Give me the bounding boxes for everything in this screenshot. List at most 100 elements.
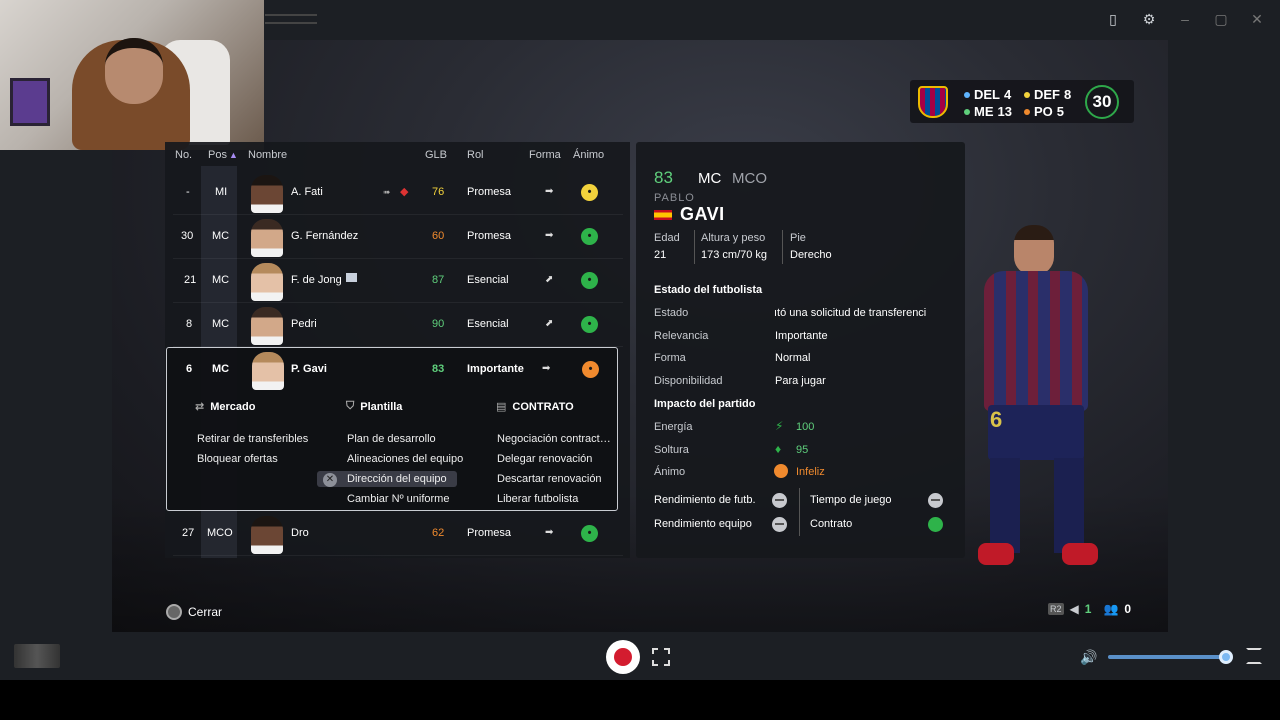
player-controls-bar: 🔊 (0, 632, 1280, 680)
header-form[interactable]: Forma (529, 149, 561, 161)
player-rating: 83 (654, 168, 673, 187)
volume-icon[interactable]: 🔊 (1080, 649, 1097, 666)
circle-button-icon (166, 604, 182, 620)
squad-def: DEF 8 (1024, 87, 1071, 102)
squad-po: PO 5 (1024, 104, 1064, 119)
squad-me-label: ME (974, 104, 994, 119)
disponibilidad-label: Disponibilidad (654, 375, 723, 387)
sidebar-toggle-icon[interactable]: ▯ (1102, 8, 1124, 30)
row-role: Promesa (467, 230, 512, 242)
player-first-name: PABLO (654, 192, 695, 204)
minimize-icon[interactable]: – (1174, 8, 1196, 30)
close-prompt[interactable]: Cerrar (166, 604, 222, 620)
row-no: 8 (186, 318, 193, 330)
record-button[interactable] (606, 640, 640, 674)
player-face (252, 352, 284, 390)
squad-summary: DEL 4 DEF 8 ME 13 PO 5 30 (910, 80, 1134, 123)
animo-value: Infeliz (796, 466, 825, 478)
me-dot-icon (964, 108, 970, 115)
soltura-label: Soltura (654, 444, 689, 456)
squad-total: 30 (1085, 85, 1119, 119)
menu-retirar-transferibles[interactable]: Retirar de transferibles (197, 433, 308, 445)
gear-icon[interactable]: ⚙ (1138, 8, 1160, 30)
squad-me: ME 13 (964, 104, 1012, 119)
row-name: A. Fati (291, 186, 323, 198)
fullscreen-icon[interactable] (1246, 648, 1262, 664)
row-pos: MC (212, 318, 230, 330)
lightning-icon: ⚡ (775, 419, 784, 433)
player-list: No. Pos ▲ Nombre GLB Rol Forma Ánimo - M… (165, 142, 630, 558)
expanded-player-menu: 6 MC P. Gavi 83 Importante ➡ • ⇄ Mercado… (166, 347, 618, 511)
menu-delegar-renovacion[interactable]: Delegar renovación (497, 453, 592, 465)
foot-label: Pie (790, 232, 806, 244)
table-row[interactable]: - MI A. Fati ➠ ◆ 76 Promesa ➡ • (173, 171, 623, 215)
form-arrow-icon: ⬈ (545, 274, 554, 285)
volume-slider[interactable] (1108, 655, 1226, 659)
header-glb[interactable]: GLB (425, 149, 447, 161)
menu-descartar-renovacion[interactable]: Descartar renovación (497, 473, 602, 485)
player-face (251, 307, 283, 345)
age-label: Edad (654, 232, 680, 244)
volume-slider-handle[interactable] (1219, 650, 1233, 664)
maximize-icon[interactable]: ▢ (1210, 8, 1232, 30)
height-weight-value: 173 cm/70 kg (701, 249, 768, 261)
row-no: 30 (181, 230, 194, 242)
player-shorts-shape (988, 405, 1084, 460)
table-row[interactable]: 21 MC F. de Jong 87 Esencial ⬈ • (173, 259, 623, 303)
cross-button-icon: ✕ (323, 473, 337, 487)
table-row[interactable]: 30 MC G. Fernández 60 Promesa ➡ • (173, 215, 623, 259)
drag-handle[interactable] (265, 14, 317, 24)
row-name: Pedri (291, 318, 317, 330)
close-icon[interactable]: ✕ (1246, 8, 1268, 30)
row-role: Esencial (467, 318, 509, 330)
player-boot-shape (978, 543, 1014, 565)
table-row[interactable]: 27 MCO Dro 62 Promesa ➡ • (173, 512, 623, 556)
del-dot-icon (964, 91, 970, 98)
player-leg-shape (1054, 458, 1084, 553)
row-pos: MC (212, 230, 230, 242)
player-model: 6 (966, 225, 1106, 580)
table-row-selected[interactable]: 6 MC P. Gavi 83 Importante ➡ • (174, 348, 624, 392)
form-arrow-icon: ➡ (545, 527, 554, 538)
header-mood[interactable]: Ánimo (573, 149, 604, 161)
player-head-shape (1014, 225, 1054, 275)
relevancia-value: Importante (775, 330, 828, 342)
header-name[interactable]: Nombre (248, 149, 287, 161)
document-icon: ▤ (496, 401, 507, 413)
header-no[interactable]: No. (175, 149, 192, 161)
sort-arrow-icon: ▲ (229, 150, 238, 160)
loan-arrow-icon: ➠ (383, 187, 391, 197)
squad-del: DEL 4 (964, 87, 1011, 102)
row-role: Promesa (467, 186, 512, 198)
header-pos[interactable]: Pos (208, 149, 227, 161)
menu-bloquear-ofertas[interactable]: Bloquear ofertas (197, 453, 278, 465)
thumbnail-preview[interactable] (14, 644, 60, 668)
player-face (251, 175, 283, 213)
menu-direccion-equipo[interactable]: ✕ Dirección del equipo (317, 471, 457, 487)
menu-alineaciones[interactable]: Alineaciones del equipo (347, 453, 463, 465)
menu-liberar-futbolista[interactable]: Liberar futbolista (497, 493, 578, 505)
menu-cambiar-uniforme[interactable]: Cambiar Nº uniforme (347, 493, 449, 505)
header-role[interactable]: Rol (467, 149, 484, 161)
mood-happy-icon: • (581, 228, 598, 245)
table-row[interactable]: 8 MC Pedri 90 Esencial ⬈ • (173, 303, 623, 347)
squad-po-label: PO (1034, 104, 1053, 119)
neutral-indicator-icon (928, 493, 943, 508)
menu-negociacion-contrato[interactable]: Negociación contract… (497, 433, 611, 445)
form-arrow-icon: ➡ (542, 363, 551, 374)
corner-count-a: 1 (1084, 602, 1092, 616)
person-head-shape (105, 38, 163, 104)
squad-me-value: 13 (997, 104, 1012, 119)
row-name: G. Fernández (291, 230, 359, 242)
screenshot-icon[interactable] (652, 648, 670, 666)
forma-label: Forma (654, 352, 686, 364)
rendimiento-futbolista-label: Rendimiento de futb. (654, 494, 756, 506)
form-arrow-icon: ⬈ (545, 318, 554, 329)
club-badge-icon: ◆ (400, 186, 409, 198)
menu-plan-desarrollo[interactable]: Plan de desarrollo (347, 433, 436, 445)
rendimiento-equipo-label: Rendimiento equipo (654, 518, 752, 530)
neutral-indicator-icon (772, 517, 787, 532)
row-no: - (186, 186, 190, 198)
relevancia-label: Relevancia (654, 330, 709, 342)
row-glb: 83 (432, 363, 445, 375)
